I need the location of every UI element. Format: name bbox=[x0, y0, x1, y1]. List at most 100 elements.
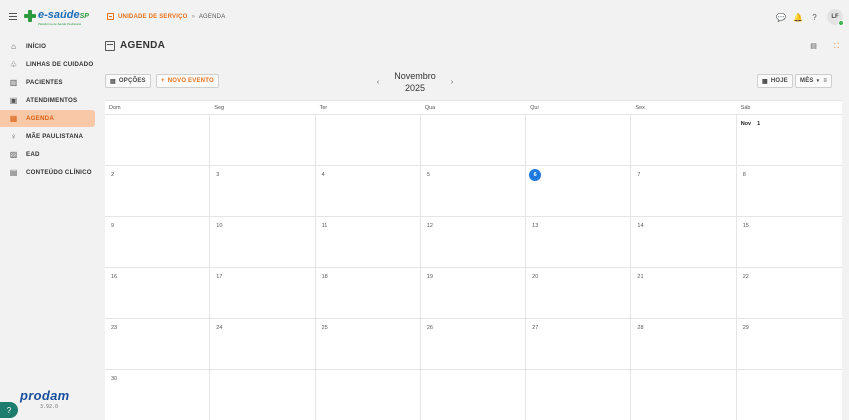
day-cell[interactable]: 17 bbox=[210, 268, 316, 319]
day-cell[interactable] bbox=[631, 115, 737, 166]
day-cell[interactable] bbox=[316, 370, 421, 420]
day-cell[interactable]: 4 bbox=[315, 166, 421, 217]
sidebar-item-label: INÍCIO bbox=[26, 43, 47, 50]
day-cell[interactable]: 18 bbox=[315, 268, 421, 319]
day-cell[interactable]: 22 bbox=[736, 268, 842, 319]
day-number: 14 bbox=[637, 223, 644, 229]
day-cell[interactable] bbox=[210, 370, 316, 420]
calendar-settings-icon[interactable]: ▤ bbox=[809, 42, 818, 51]
day-number: 15 bbox=[742, 223, 749, 229]
day-cell[interactable]: 30 bbox=[105, 370, 211, 420]
day-cell[interactable]: 2 bbox=[105, 166, 211, 217]
day-cell[interactable]: 3 bbox=[210, 166, 316, 217]
weekday-label: Seg bbox=[214, 105, 225, 111]
day-cell[interactable]: 15 bbox=[736, 217, 842, 268]
weekday-label: Qua bbox=[424, 105, 436, 111]
day-cell[interactable] bbox=[210, 115, 316, 166]
weekday-label: Qui bbox=[530, 105, 539, 111]
avatar-initials: LF bbox=[831, 14, 839, 20]
day-cell[interactable]: 27 bbox=[526, 319, 632, 370]
day-cell[interactable]: 23 bbox=[105, 319, 211, 370]
new-event-button[interactable]: + NOVO EVENTO bbox=[156, 74, 219, 88]
sidebar-item-ead[interactable]: ▨ EAD bbox=[0, 146, 100, 163]
sidebar-item-agenda[interactable]: ▦ AGENDA bbox=[0, 110, 95, 127]
day-cell[interactable]: 13 bbox=[526, 217, 632, 268]
day-cell[interactable] bbox=[315, 115, 421, 166]
sidebar-item-pacientes[interactable]: ▥ PACIENTES bbox=[0, 74, 100, 91]
day-cell[interactable]: 6 bbox=[526, 166, 632, 217]
day-cell[interactable] bbox=[421, 370, 527, 420]
options-button[interactable]: ▤ OPÇÕES bbox=[105, 74, 151, 88]
help-icon[interactable]: ? bbox=[810, 13, 819, 22]
day-cell[interactable]: 20 bbox=[526, 268, 632, 319]
current-month: Novembro 2025 bbox=[394, 70, 436, 94]
chat-icon[interactable]: 💬 bbox=[776, 13, 786, 22]
help-chat-button[interactable]: ? bbox=[0, 402, 18, 418]
month-abbr: Nov bbox=[740, 121, 752, 127]
day-cell[interactable] bbox=[526, 115, 632, 166]
day-cell[interactable]: 16 bbox=[105, 268, 211, 319]
day-cell[interactable]: 9 bbox=[105, 217, 211, 268]
day-cell[interactable]: 11 bbox=[315, 217, 421, 268]
day-cell[interactable] bbox=[105, 115, 211, 166]
day-cell[interactable]: 21 bbox=[631, 268, 737, 319]
calendar-icon: ▦ bbox=[9, 114, 18, 123]
day-cell[interactable]: 5 bbox=[420, 166, 527, 217]
sidebar-item-inicio[interactable]: ⌂ INÍCIO bbox=[0, 38, 100, 55]
breadcrumb-agenda: AGENDA bbox=[198, 13, 226, 20]
mother-icon: ♀ bbox=[10, 132, 17, 141]
breadcrumb: UNIDADE DE SERVIÇO » AGENDA bbox=[107, 13, 225, 20]
calendar-toolbar: ▤ OPÇÕES + NOVO EVENTO ‹ Novembro 2025 › ▦… bbox=[105, 70, 843, 94]
day-cell[interactable]: 24 bbox=[210, 319, 316, 370]
today-button[interactable]: ▦ HOJE bbox=[757, 74, 794, 88]
day-number: Nov 1 bbox=[740, 121, 761, 127]
view-selector[interactable]: MÊS ▾ ≡ bbox=[795, 74, 833, 88]
day-cell[interactable]: 10 bbox=[210, 217, 316, 268]
day-cell[interactable]: 8 bbox=[736, 166, 842, 217]
app-logo[interactable]: e-saúdeSP bbox=[24, 10, 89, 22]
day-number: 27 bbox=[532, 325, 539, 331]
day-cell[interactable]: 12 bbox=[420, 217, 527, 268]
plus-icon: + bbox=[161, 78, 165, 84]
day-cell[interactable]: 7 bbox=[631, 166, 737, 217]
breadcrumb-unit[interactable]: UNIDADE DE SERVIÇO bbox=[118, 14, 188, 20]
new-event-label: NOVO EVENTO bbox=[167, 78, 214, 84]
day-cell[interactable]: Nov 1 bbox=[736, 115, 842, 166]
chevron-right-icon[interactable]: › bbox=[449, 79, 455, 86]
ead-icon: ▨ bbox=[9, 150, 18, 159]
sidebar-item-atendimentos[interactable]: ▣ ATENDIMENTOS bbox=[0, 92, 100, 109]
day-cell[interactable]: 19 bbox=[420, 268, 527, 319]
day-cell[interactable]: 26 bbox=[420, 319, 527, 370]
page-header: AGENDA bbox=[105, 40, 165, 51]
sidebar-item-mae-paulistana[interactable]: ♀ MÃE PAULISTANA bbox=[0, 128, 100, 145]
day-cell[interactable] bbox=[420, 115, 527, 166]
day-cell[interactable]: 25 bbox=[315, 319, 421, 370]
cross-icon bbox=[24, 10, 36, 22]
top-actions: 💬 🔔 ? LF bbox=[776, 9, 844, 26]
day-cell[interactable]: 14 bbox=[631, 217, 737, 268]
day-cell[interactable] bbox=[737, 370, 842, 420]
menu-icon[interactable] bbox=[9, 13, 17, 20]
list-view-icon[interactable]: ≡ bbox=[823, 78, 827, 84]
year-number: 2025 bbox=[404, 83, 425, 93]
sidebar-item-linhas-de-cuidado[interactable]: ♧ LINHAS DE CUIDADO bbox=[0, 56, 100, 73]
chevron-left-icon[interactable]: ‹ bbox=[375, 79, 381, 86]
weekday-label: Sáb bbox=[740, 105, 751, 111]
help-circle-icon: ? bbox=[6, 405, 12, 415]
fullscreen-icon[interactable]: ⛶ bbox=[832, 42, 841, 51]
day-cell[interactable]: 29 bbox=[736, 319, 842, 370]
day-number: 23 bbox=[111, 325, 118, 331]
bell-icon[interactable]: 🔔 bbox=[793, 13, 803, 22]
sidebar-item-conteudo-clinico[interactable]: ▤ CONTEÚDO CLÍNICO bbox=[0, 164, 100, 181]
day-number: 25 bbox=[321, 325, 328, 331]
day-cell[interactable] bbox=[631, 370, 737, 420]
day-cell[interactable] bbox=[526, 370, 632, 420]
weekday-label: Dom bbox=[109, 105, 121, 111]
day-cell[interactable]: 28 bbox=[631, 319, 737, 370]
day-number: 4 bbox=[321, 172, 325, 178]
day-number: 2 bbox=[111, 172, 115, 178]
avatar[interactable]: LF bbox=[827, 9, 844, 26]
day-number: 3 bbox=[216, 172, 220, 178]
month-name: Novembro bbox=[394, 71, 436, 81]
sidebar-item-label: MÃE PAULISTANA bbox=[26, 133, 84, 140]
